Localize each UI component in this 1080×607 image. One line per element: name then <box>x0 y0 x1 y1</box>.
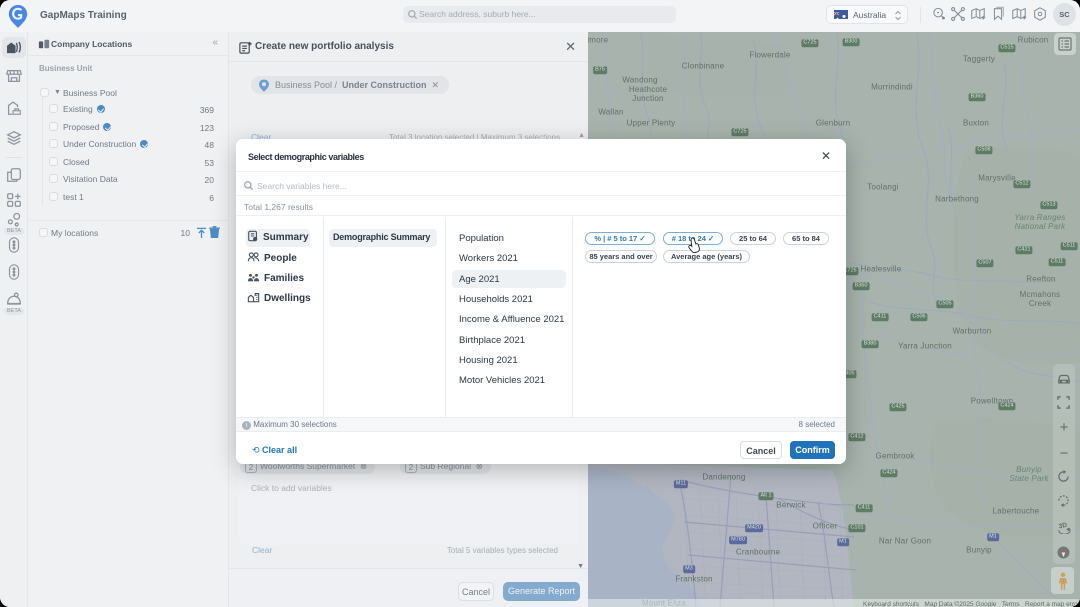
svg-text:3D: 3D <box>1058 522 1068 531</box>
